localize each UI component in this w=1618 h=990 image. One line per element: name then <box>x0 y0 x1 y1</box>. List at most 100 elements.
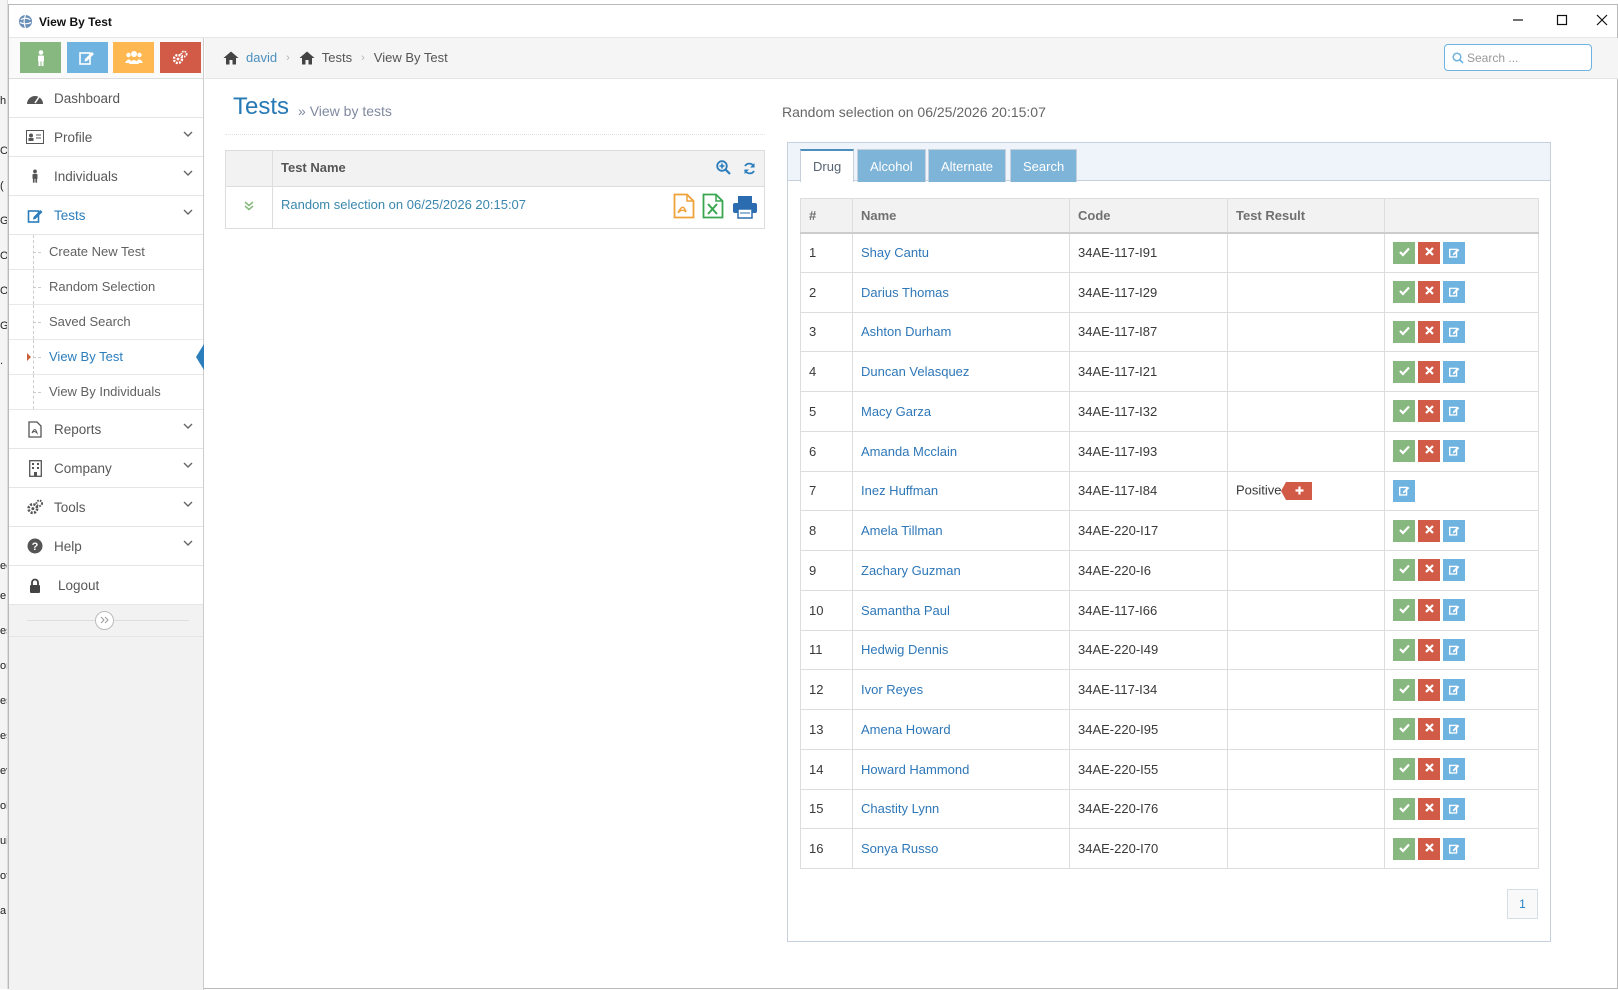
edit-result-button[interactable] <box>1443 678 1465 701</box>
edit-result-button[interactable] <box>1443 837 1465 860</box>
individual-name-link[interactable]: Amena Howard <box>861 722 951 737</box>
sidebar-subitem-create-new-test[interactable]: Create New Test <box>9 235 203 270</box>
edit-result-button[interactable] <box>1443 599 1465 622</box>
mark-positive-button[interactable] <box>1418 837 1440 860</box>
edit-result-button[interactable] <box>1443 360 1465 383</box>
mark-positive-button[interactable] <box>1418 400 1440 423</box>
individual-name-link[interactable]: Amela Tillman <box>861 523 943 538</box>
pdf-export-icon[interactable] <box>673 193 695 219</box>
individual-name-link[interactable]: Amanda Mcclain <box>861 444 957 459</box>
sidebar-item-help[interactable]: ? Help <box>9 527 203 566</box>
mark-positive-button[interactable] <box>1418 360 1440 383</box>
mark-positive-button[interactable] <box>1418 440 1440 463</box>
sidebar-subitem-view-by-individuals[interactable]: View By Individuals <box>9 375 203 410</box>
minimize-button[interactable] <box>1503 11 1533 33</box>
sidebar-subitem-view-by-test[interactable]: View By Test <box>9 340 204 375</box>
double-chevron-down-icon[interactable] <box>244 201 254 211</box>
excel-export-icon[interactable] <box>702 193 724 219</box>
mark-negative-button[interactable] <box>1393 718 1415 741</box>
edit-result-button[interactable] <box>1443 281 1465 304</box>
breadcrumb-home-link[interactable]: david <box>246 50 277 65</box>
zoom-in-icon[interactable] <box>716 159 732 175</box>
tab-alcohol[interactable]: Alcohol <box>857 149 926 182</box>
sidebar-item-reports[interactable]: Reports <box>9 410 203 449</box>
test-name-link[interactable]: Random selection on 06/25/2026 20:15:07 <box>273 197 526 212</box>
individual-name-link[interactable]: Ashton Durham <box>861 324 951 339</box>
individual-name-link[interactable]: Howard Hammond <box>861 762 969 777</box>
edit-result-button[interactable] <box>1443 400 1465 423</box>
individual-name-link[interactable]: Duncan Velasquez <box>861 364 969 379</box>
print-icon[interactable] <box>732 195 758 219</box>
edit-result-button[interactable] <box>1443 638 1465 661</box>
mark-positive-button[interactable] <box>1418 797 1440 820</box>
mark-positive-button[interactable] <box>1418 718 1440 741</box>
mark-negative-button[interactable] <box>1393 519 1415 542</box>
mark-positive-button[interactable] <box>1418 519 1440 542</box>
sidebar-item-logout[interactable]: Logout <box>9 566 203 605</box>
edit-result-button[interactable] <box>1443 718 1465 741</box>
close-window-button[interactable] <box>1587 11 1617 33</box>
sidebar-item-company[interactable]: Company <box>9 449 203 488</box>
individual-name-link[interactable]: Inez Huffman <box>861 483 938 498</box>
mark-negative-button[interactable] <box>1393 241 1415 264</box>
mark-negative-button[interactable] <box>1393 638 1415 661</box>
individual-name-link[interactable]: Chastity Lynn <box>861 801 939 816</box>
mark-negative-button[interactable] <box>1393 440 1415 463</box>
shortcut-users-button[interactable] <box>113 42 155 73</box>
mark-negative-button[interactable] <box>1393 320 1415 343</box>
mark-positive-button[interactable] <box>1418 241 1440 264</box>
sidebar-item-dashboard[interactable]: Dashboard <box>9 79 203 118</box>
mark-negative-button[interactable] <box>1393 758 1415 781</box>
individual-name-link[interactable]: Shay Cantu <box>861 245 929 260</box>
edit-result-button[interactable] <box>1443 440 1465 463</box>
mark-positive-button[interactable] <box>1418 678 1440 701</box>
mark-negative-button[interactable] <box>1393 360 1415 383</box>
edit-result-button[interactable] <box>1443 320 1465 343</box>
individual-name-link[interactable]: Macy Garza <box>861 404 931 419</box>
mark-positive-button[interactable] <box>1418 599 1440 622</box>
shortcut-individual-button[interactable] <box>20 42 61 73</box>
edit-result-button[interactable] <box>1443 519 1465 542</box>
add-result-badge[interactable] <box>1280 481 1312 500</box>
mark-negative-button[interactable] <box>1393 797 1415 820</box>
mark-positive-button[interactable] <box>1418 281 1440 304</box>
breadcrumb-section-link[interactable]: Tests <box>322 50 352 65</box>
individual-name-link[interactable]: Sonya Russo <box>861 841 938 856</box>
mark-positive-button[interactable] <box>1418 320 1440 343</box>
individual-name-link[interactable]: Hedwig Dennis <box>861 642 948 657</box>
sidebar-subitem-random-selection[interactable]: Random Selection <box>9 270 203 305</box>
row-expand-cell[interactable] <box>225 186 273 229</box>
mark-positive-button[interactable] <box>1418 638 1440 661</box>
individual-name-link[interactable]: Ivor Reyes <box>861 682 923 697</box>
mark-positive-button[interactable] <box>1418 758 1440 781</box>
sidebar-item-tests[interactable]: Tests <box>9 196 203 235</box>
tab-alternate[interactable]: Alternate <box>928 149 1007 182</box>
edit-result-button[interactable] <box>1443 241 1465 264</box>
tab-search[interactable]: Search <box>1010 149 1078 182</box>
tab-drug[interactable]: Drug <box>800 149 855 182</box>
sidebar-item-tools[interactable]: Tools <box>9 488 203 527</box>
pagination-page-1[interactable]: 1 <box>1507 889 1538 919</box>
sidebar-subitem-saved-search[interactable]: Saved Search <box>9 305 203 340</box>
mark-negative-button[interactable] <box>1393 559 1415 582</box>
edit-result-button[interactable] <box>1443 797 1465 820</box>
mark-negative-button[interactable] <box>1393 678 1415 701</box>
refresh-icon[interactable] <box>743 162 756 175</box>
mark-negative-button[interactable] <box>1393 837 1415 860</box>
individual-name-link[interactable]: Zachary Guzman <box>861 563 961 578</box>
edit-result-button[interactable] <box>1443 758 1465 781</box>
sidebar-collapse-toggle[interactable] <box>95 611 114 630</box>
maximize-button[interactable] <box>1547 11 1577 33</box>
shortcut-settings-button[interactable] <box>159 42 201 73</box>
mark-negative-button[interactable] <box>1393 599 1415 622</box>
mark-negative-button[interactable] <box>1393 400 1415 423</box>
edit-result-button[interactable] <box>1393 479 1415 502</box>
sidebar-item-individuals[interactable]: Individuals <box>9 157 203 196</box>
individual-name-link[interactable]: Samantha Paul <box>861 603 950 618</box>
mark-negative-button[interactable] <box>1393 281 1415 304</box>
sidebar-item-profile[interactable]: Profile <box>9 118 203 157</box>
edit-result-button[interactable] <box>1443 559 1465 582</box>
search-input[interactable] <box>1467 49 1585 67</box>
individual-name-link[interactable]: Darius Thomas <box>861 285 949 300</box>
mark-positive-button[interactable] <box>1418 559 1440 582</box>
